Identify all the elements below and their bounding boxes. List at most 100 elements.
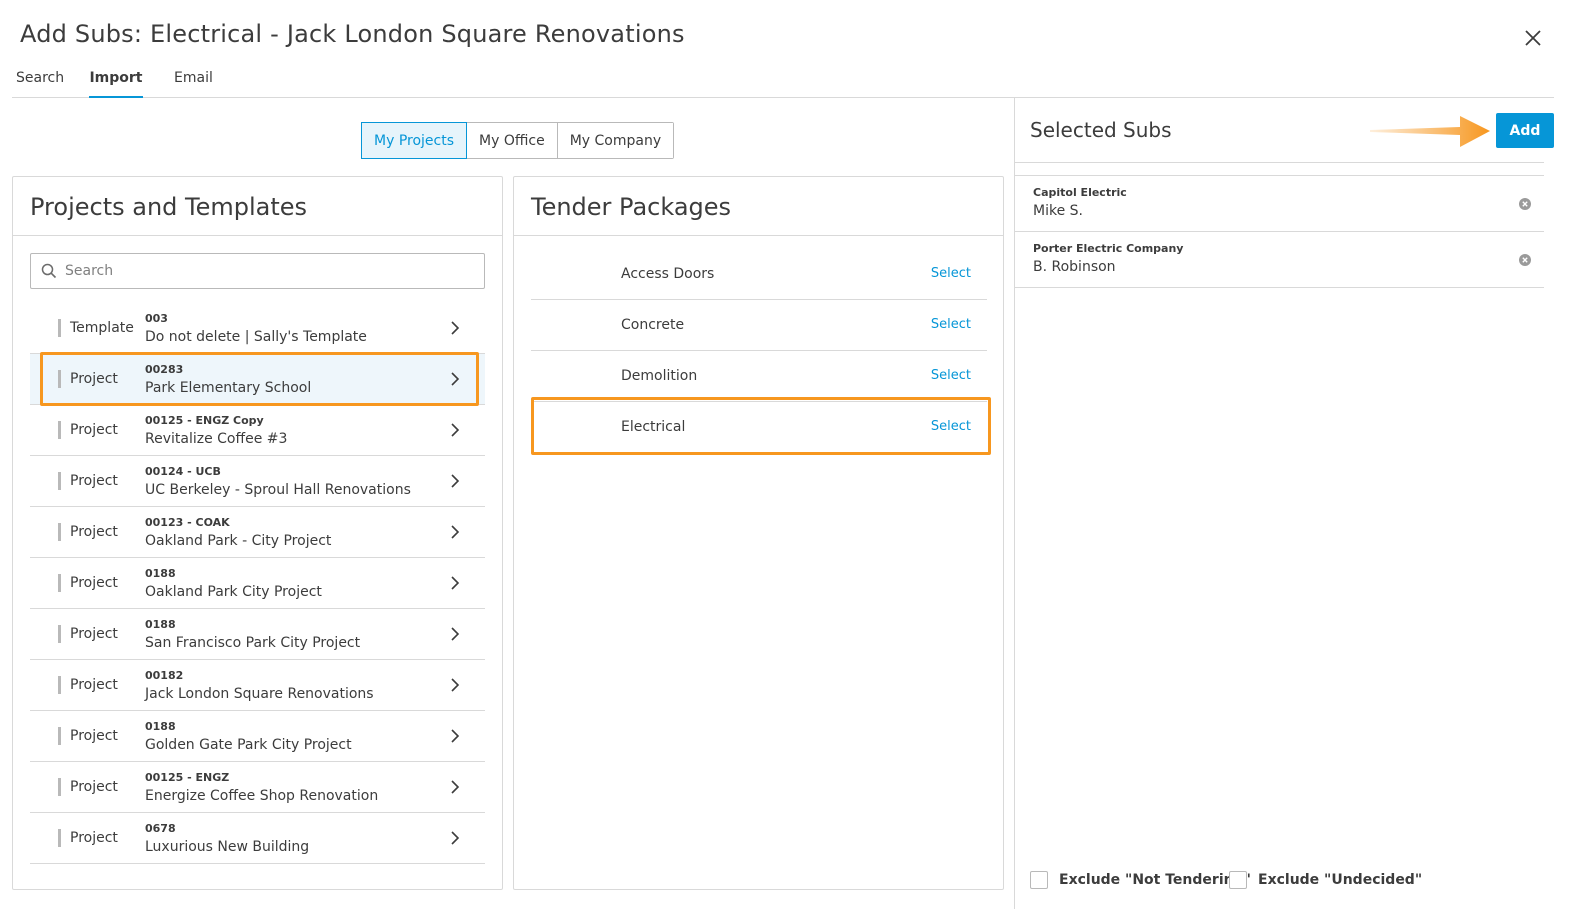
chevron-right-icon[interactable] <box>450 320 460 336</box>
item-code: 00124 - UCB <box>145 465 221 478</box>
remove-circle-icon[interactable] <box>1519 198 1531 210</box>
item-name: Do not delete | Sally's Template <box>145 329 367 345</box>
package-list-item: Electrical Select <box>531 402 987 453</box>
item-name: Energize Coffee Shop Renovation <box>145 788 379 804</box>
item-kind: Project <box>70 473 118 489</box>
packages-panel: Tender Packages Access Doors Select Concre… <box>513 176 1004 890</box>
item-name: Golden Gate Park City Project <box>145 737 352 753</box>
selected-subs-title: Selected Subs <box>1030 118 1172 142</box>
type-indicator-bar <box>58 523 61 541</box>
type-indicator-bar <box>58 727 61 745</box>
scope-my-company-button[interactable]: My Company <box>557 123 674 158</box>
item-code: 0678 <box>145 822 176 835</box>
item-kind: Project <box>70 575 118 591</box>
close-icon[interactable] <box>1522 27 1544 49</box>
project-list: Template 003 Do not delete | Sally's Templ… <box>30 303 485 864</box>
package-select-link[interactable]: Select <box>931 266 971 281</box>
package-list-item: Concrete Select <box>531 300 987 351</box>
chevron-right-icon[interactable] <box>450 371 460 387</box>
project-list-item[interactable]: Project 00182 Jack London Square Renovatio… <box>30 660 485 711</box>
remove-circle-icon[interactable] <box>1519 254 1531 266</box>
type-indicator-bar <box>58 778 61 796</box>
project-list-item[interactable]: Project 00283 Park Elementary School <box>30 354 485 405</box>
tab-bar: Search Import Email <box>12 70 1554 98</box>
chevron-right-icon[interactable] <box>450 677 460 693</box>
package-list-item: Access Doors Select <box>531 249 987 300</box>
item-name: San Francisco Park City Project <box>145 635 361 651</box>
chevron-right-icon[interactable] <box>450 524 460 540</box>
item-name: Oakland Park City Project <box>145 584 322 600</box>
exclude-not-tendering-checkbox[interactable]: Exclude "Not Tendering" <box>1030 871 1251 889</box>
checkbox-box[interactable] <box>1030 871 1048 889</box>
item-code: 00123 - COAK <box>145 516 230 529</box>
item-kind: Project <box>70 626 118 642</box>
item-code: 00182 <box>145 669 184 682</box>
selected-sub-item: Porter Electric Company B. Robinson <box>1015 232 1544 288</box>
package-name: Concrete <box>621 317 685 333</box>
type-indicator-bar <box>58 676 61 694</box>
sub-company: Capitol Electric <box>1033 186 1127 199</box>
chevron-right-icon[interactable] <box>450 728 460 744</box>
checkbox-label: Exclude "Not Tendering" <box>1059 872 1251 888</box>
package-select-link[interactable]: Select <box>931 368 971 383</box>
dialog-title: Add Subs: Electrical - Jack London Squar… <box>20 20 685 48</box>
packages-panel-title: Tender Packages <box>531 193 732 221</box>
chevron-right-icon[interactable] <box>450 422 460 438</box>
project-list-item[interactable]: Project 00123 - COAK Oakland Park - City P… <box>30 507 485 558</box>
sub-contact: B. Robinson <box>1033 259 1116 275</box>
sub-contact: Mike S. <box>1033 203 1083 219</box>
type-indicator-bar <box>58 319 61 337</box>
item-code: 00125 - ENGZ <box>145 771 230 784</box>
chevron-right-icon[interactable] <box>450 830 460 846</box>
project-list-item[interactable]: Project 0188 San Francisco Park City Proje… <box>30 609 485 660</box>
chevron-right-icon[interactable] <box>450 575 460 591</box>
package-list: Access Doors Select Concrete Select Demoliti… <box>531 249 987 453</box>
divider <box>1015 162 1544 163</box>
type-indicator-bar <box>58 472 61 490</box>
project-list-item[interactable]: Project 00125 - ENGZ Copy Revitalize Coffe… <box>30 405 485 456</box>
chevron-right-icon[interactable] <box>450 473 460 489</box>
chevron-right-icon[interactable] <box>450 779 460 795</box>
selected-sub-item: Capitol Electric Mike S. <box>1015 176 1544 232</box>
package-select-link[interactable]: Select <box>931 419 971 434</box>
scope-toggle: My Projects My Office My Company <box>361 122 675 159</box>
project-list-item[interactable]: Project 0188 Oakland Park City Project <box>30 558 485 609</box>
item-kind: Project <box>70 728 118 744</box>
project-list-item[interactable]: Template 003 Do not delete | Sally's Templ… <box>30 303 485 354</box>
item-name: UC Berkeley - Sproul Hall Renovations <box>145 482 411 498</box>
add-button[interactable]: Add <box>1496 113 1554 148</box>
checkbox-label: Exclude "Undecided" <box>1258 872 1423 888</box>
divider <box>1015 287 1544 288</box>
item-code: 003 <box>145 312 168 325</box>
chevron-right-icon[interactable] <box>450 626 460 642</box>
checkbox-box[interactable] <box>1229 871 1247 889</box>
item-name: Jack London Square Renovations <box>145 686 374 702</box>
package-list-item: Demolition Select <box>531 351 987 402</box>
item-name: Revitalize Coffee #3 <box>145 431 288 447</box>
project-list-item[interactable]: Project 00124 - UCB UC Berkeley - Sproul H… <box>30 456 485 507</box>
item-code: 0188 <box>145 720 176 733</box>
package-select-link[interactable]: Select <box>931 317 971 332</box>
item-code: 0188 <box>145 567 176 580</box>
project-search-input[interactable] <box>65 263 465 279</box>
item-kind: Project <box>70 830 118 846</box>
exclude-undecided-checkbox[interactable]: Exclude "Undecided" <box>1229 871 1422 889</box>
tab-email[interactable]: Email <box>174 70 213 98</box>
project-list-item[interactable]: Project 0188 Golden Gate Park City Project <box>30 711 485 762</box>
search-icon <box>41 263 57 279</box>
item-kind: Project <box>70 524 118 540</box>
project-list-item[interactable]: Project 00125 - ENGZ Energize Coffee Shop … <box>30 762 485 813</box>
scope-my-office-button[interactable]: My Office <box>467 123 558 158</box>
project-list-item[interactable]: Project 0678 Luxurious New Building <box>30 813 485 864</box>
item-kind: Project <box>70 677 118 693</box>
item-code: 00125 - ENGZ Copy <box>145 414 264 427</box>
scope-my-projects-button[interactable]: My Projects <box>361 122 468 159</box>
package-name: Demolition <box>621 368 698 384</box>
type-indicator-bar <box>58 829 61 847</box>
tab-import[interactable]: Import <box>89 70 143 98</box>
package-name: Electrical <box>621 419 686 435</box>
item-kind: Project <box>70 422 118 438</box>
item-name: Luxurious New Building <box>145 839 310 855</box>
tab-search[interactable]: Search <box>16 70 64 98</box>
item-name: Park Elementary School <box>145 380 312 396</box>
